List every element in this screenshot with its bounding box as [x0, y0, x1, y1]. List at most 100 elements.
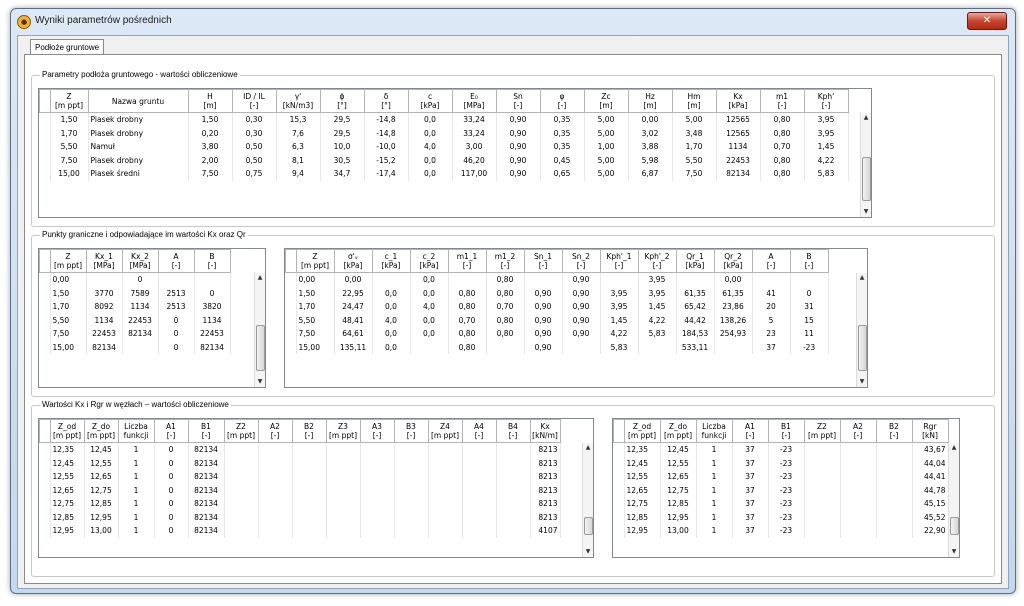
column-header[interactable]: Kx [kN/m]: [529, 419, 561, 443]
table-cell[interactable]: 5,50: [50, 313, 87, 327]
column-header[interactable]: Kph' [-]: [803, 89, 849, 113]
column-header[interactable]: Z_do [m ppt]: [659, 419, 697, 443]
table-cell[interactable]: [394, 524, 429, 538]
table-cell[interactable]: 15: [790, 313, 829, 327]
row-header[interactable]: [39, 153, 51, 167]
table-cell[interactable]: 0,50: [232, 153, 277, 167]
scroll-up-icon[interactable]: ▲: [857, 273, 867, 283]
table-cell[interactable]: 5,50: [296, 313, 335, 327]
title-bar[interactable]: ● Wyniki parametrów pośrednich ✕: [11, 9, 1015, 35]
table-cell[interactable]: 1,70: [296, 300, 335, 314]
table-cell[interactable]: [496, 456, 531, 470]
table-cell[interactable]: 1,50: [188, 112, 233, 127]
table-cell[interactable]: [394, 442, 429, 457]
column-header[interactable]: Kph'_1 [-]: [599, 249, 639, 273]
soil-parameters-scrollbar[interactable]: ▲ ▼: [860, 113, 871, 217]
table-row[interactable]: 1,70 Piasek drobny 0,20 0,30 7,6 29,5 -14,8 0,0…: [39, 126, 849, 140]
table-cell[interactable]: [840, 483, 877, 497]
table-cell[interactable]: [804, 442, 841, 457]
table-row[interactable]: 1,50 3770 7589 2513 0: [39, 286, 231, 300]
table-cell[interactable]: 0,80: [760, 112, 805, 127]
table-cell[interactable]: 3770: [86, 286, 123, 300]
table-cell[interactable]: [394, 483, 429, 497]
column-header[interactable]: B [-]: [789, 249, 829, 273]
column-header[interactable]: Hz [m]: [627, 89, 673, 113]
column-header[interactable]: c [kPa]: [407, 89, 453, 113]
table-row[interactable]: 1,50 22,95 0,0 0,0 0,80 0,80 0,90 0,90 3,95 3,95 6…: [285, 286, 829, 300]
table-cell[interactable]: 82134: [188, 483, 225, 497]
table-cell[interactable]: [372, 272, 411, 287]
table-cell[interactable]: 0: [194, 286, 231, 300]
table-row[interactable]: 7,50 22453 82134 0 22453: [39, 327, 231, 341]
table-cell[interactable]: 1: [696, 442, 733, 457]
table-cell[interactable]: 0,50: [232, 140, 277, 154]
table-cell[interactable]: 1: [118, 510, 155, 524]
table-cell[interactable]: 0,0: [408, 112, 453, 127]
scroll-up-icon[interactable]: ▲: [949, 443, 959, 453]
table-cell[interactable]: 0: [158, 327, 195, 341]
table-cell[interactable]: [876, 524, 913, 538]
table-row[interactable]: 12,65 12,75 1 37 -23 44,78: [613, 483, 949, 497]
scroll-thumb[interactable]: [862, 157, 871, 201]
table-cell[interactable]: 1: [696, 456, 733, 470]
table-cell[interactable]: -23: [768, 456, 805, 470]
table-cell[interactable]: 0,0: [372, 340, 411, 354]
table-cell[interactable]: 12,35: [624, 442, 661, 457]
table-cell[interactable]: 0,70: [760, 140, 805, 154]
table-cell[interactable]: 1: [118, 497, 155, 511]
table-cell[interactable]: 0,35: [540, 126, 585, 140]
table-cell[interactable]: [462, 456, 497, 470]
table-row[interactable]: 5,50 1134 22453 0 1134: [39, 313, 231, 327]
row-header[interactable]: [285, 272, 297, 287]
column-header[interactable]: Kx [kPa]: [715, 89, 761, 113]
node-rgr-scrollbar[interactable]: ▲ ▼: [948, 443, 959, 557]
table-cell[interactable]: 61,35: [714, 286, 753, 300]
table-cell[interactable]: 8213: [530, 483, 561, 497]
table-cell[interactable]: 1,00: [584, 140, 629, 154]
table-cell[interactable]: [258, 456, 293, 470]
table-cell[interactable]: [122, 340, 159, 354]
column-header[interactable]: Nazwa gruntu: [87, 89, 189, 113]
table-cell[interactable]: 44,42: [676, 313, 715, 327]
table-cell[interactable]: 0,00: [50, 272, 87, 287]
table-cell[interactable]: 0,90: [496, 167, 541, 181]
table-cell[interactable]: 30,5: [320, 153, 365, 167]
table-cell[interactable]: 7,6: [276, 126, 321, 140]
table-cell[interactable]: 82134: [188, 510, 225, 524]
scroll-down-icon[interactable]: ▼: [583, 547, 593, 557]
table-cell[interactable]: 22453: [194, 327, 231, 341]
column-header[interactable]: Sn_1 [-]: [523, 249, 563, 273]
table-cell[interactable]: [804, 510, 841, 524]
table-row[interactable]: 12,35 12,45 1 37 -23 43,67: [613, 442, 949, 457]
table-cell[interactable]: [562, 340, 601, 354]
table-cell[interactable]: 5,50: [672, 153, 717, 167]
table-cell[interactable]: 3,95: [804, 112, 849, 127]
row-header[interactable]: [613, 524, 625, 538]
table-cell[interactable]: 12,85: [50, 510, 85, 524]
column-header[interactable]: Z [m ppt]: [49, 249, 87, 273]
scroll-thumb[interactable]: [858, 325, 867, 371]
table-cell[interactable]: 1: [696, 483, 733, 497]
column-header[interactable]: B2 [-]: [291, 419, 327, 443]
table-cell[interactable]: 8213: [530, 510, 561, 524]
table-cell[interactable]: 82134: [188, 470, 225, 484]
table-cell[interactable]: 45,52: [912, 510, 949, 524]
row-header[interactable]: [613, 510, 625, 524]
table-cell[interactable]: 15,00: [50, 167, 89, 181]
table-cell[interactable]: 12,65: [50, 483, 85, 497]
table-cell[interactable]: [224, 524, 259, 538]
column-header[interactable]: Sn [-]: [495, 89, 541, 113]
table-cell[interactable]: 5,00: [584, 126, 629, 140]
table-cell[interactable]: 1,50: [50, 112, 89, 127]
node-kx-grid[interactable]: Z_od [m ppt] Z_do [m ppt] Liczba funkcji A1…: [38, 418, 594, 558]
table-cell[interactable]: [428, 483, 463, 497]
table-cell[interactable]: 37: [732, 510, 769, 524]
table-cell[interactable]: 0,80: [448, 340, 487, 354]
column-header[interactable]: Kx_2 [MPa]: [121, 249, 159, 273]
table-cell[interactable]: [224, 483, 259, 497]
table-cell[interactable]: 0,80: [448, 327, 487, 341]
scroll-up-icon[interactable]: ▲: [861, 113, 871, 123]
table-cell[interactable]: [448, 272, 487, 287]
column-header[interactable]: Z4 [m ppt]: [427, 419, 463, 443]
table-row[interactable]: 12,55 12,65 1 37 -23 44,41: [613, 470, 949, 484]
